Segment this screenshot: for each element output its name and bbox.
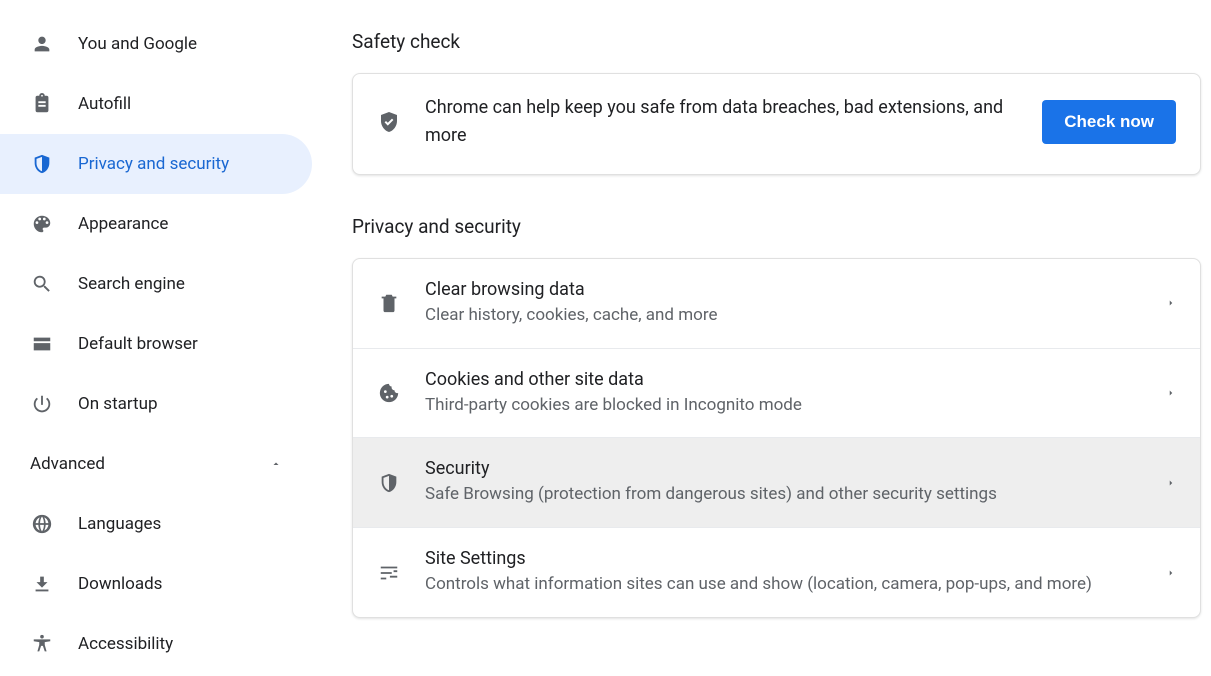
trash-icon bbox=[377, 292, 401, 314]
sidebar-item-label: Accessibility bbox=[78, 634, 173, 654]
chevron-right-icon bbox=[1166, 298, 1176, 308]
sidebar-item-languages[interactable]: Languages bbox=[0, 494, 312, 554]
check-now-button[interactable]: Check now bbox=[1042, 100, 1176, 144]
row-subtitle: Clear history, cookies, cache, and more bbox=[425, 304, 1166, 328]
shield-check-icon bbox=[377, 110, 401, 134]
accessibility-icon bbox=[30, 632, 54, 656]
sidebar-item-default-browser[interactable]: Default browser bbox=[0, 314, 312, 374]
sidebar-item-accessibility[interactable]: Accessibility bbox=[0, 614, 312, 674]
safety-check-description: Chrome can help keep you safe from data … bbox=[425, 94, 1042, 150]
power-icon bbox=[30, 392, 54, 416]
clipboard-icon bbox=[30, 92, 54, 116]
row-title: Site Settings bbox=[425, 548, 1166, 569]
sidebar-item-you-and-google[interactable]: You and Google bbox=[0, 14, 312, 74]
palette-icon bbox=[30, 212, 54, 236]
chevron-right-icon bbox=[1166, 478, 1176, 488]
shield-icon bbox=[30, 152, 54, 176]
row-cookies[interactable]: Cookies and other site data Third-party c… bbox=[353, 348, 1200, 438]
row-title: Security bbox=[425, 458, 1166, 479]
chevron-right-icon bbox=[1166, 568, 1176, 578]
row-subtitle: Safe Browsing (protection from dangerous… bbox=[425, 483, 1166, 507]
main-content: Safety check Chrome can help keep you sa… bbox=[312, 0, 1211, 676]
sidebar-item-label: Search engine bbox=[78, 274, 185, 294]
cookie-icon bbox=[377, 382, 401, 404]
row-subtitle: Controls what information sites can use … bbox=[425, 573, 1166, 597]
sidebar-item-on-startup[interactable]: On startup bbox=[0, 374, 312, 434]
privacy-section-title: Privacy and security bbox=[352, 215, 1201, 238]
person-icon bbox=[30, 32, 54, 56]
sidebar-item-label: You and Google bbox=[78, 34, 197, 54]
sidebar-item-search-engine[interactable]: Search engine bbox=[0, 254, 312, 314]
row-title: Clear browsing data bbox=[425, 279, 1166, 300]
globe-icon bbox=[30, 512, 54, 536]
sidebar-item-label: Privacy and security bbox=[78, 154, 229, 174]
sidebar: You and Google Autofill Privacy and securi… bbox=[0, 0, 312, 676]
chevron-up-icon bbox=[270, 458, 282, 470]
row-subtitle: Third-party cookies are blocked in Incog… bbox=[425, 394, 1166, 418]
sidebar-item-label: Downloads bbox=[78, 574, 162, 594]
privacy-list: Clear browsing data Clear history, cookie… bbox=[352, 258, 1201, 618]
sidebar-item-downloads[interactable]: Downloads bbox=[0, 554, 312, 614]
row-security[interactable]: Security Safe Browsing (protection from d… bbox=[353, 437, 1200, 527]
sidebar-advanced-toggle[interactable]: Advanced bbox=[0, 434, 312, 494]
shield-icon bbox=[377, 472, 401, 494]
sidebar-item-label: Languages bbox=[78, 514, 161, 534]
sidebar-item-label: Autofill bbox=[78, 94, 131, 114]
sidebar-item-privacy-security[interactable]: Privacy and security bbox=[0, 134, 312, 194]
sidebar-advanced-label: Advanced bbox=[30, 454, 105, 474]
chevron-right-icon bbox=[1166, 388, 1176, 398]
row-site-settings[interactable]: Site Settings Controls what information s… bbox=[353, 527, 1200, 617]
sidebar-item-autofill[interactable]: Autofill bbox=[0, 74, 312, 134]
row-title: Cookies and other site data bbox=[425, 369, 1166, 390]
safety-check-card: Chrome can help keep you safe from data … bbox=[352, 73, 1201, 175]
download-icon bbox=[30, 572, 54, 596]
row-clear-browsing-data[interactable]: Clear browsing data Clear history, cookie… bbox=[353, 259, 1200, 348]
sidebar-item-label: Appearance bbox=[78, 214, 168, 234]
sidebar-item-label: On startup bbox=[78, 394, 158, 414]
browser-icon bbox=[30, 332, 54, 356]
safety-check-title: Safety check bbox=[352, 30, 1201, 53]
sidebar-item-label: Default browser bbox=[78, 334, 198, 354]
sidebar-item-appearance[interactable]: Appearance bbox=[0, 194, 312, 254]
search-icon bbox=[30, 272, 54, 296]
tune-icon bbox=[377, 562, 401, 584]
